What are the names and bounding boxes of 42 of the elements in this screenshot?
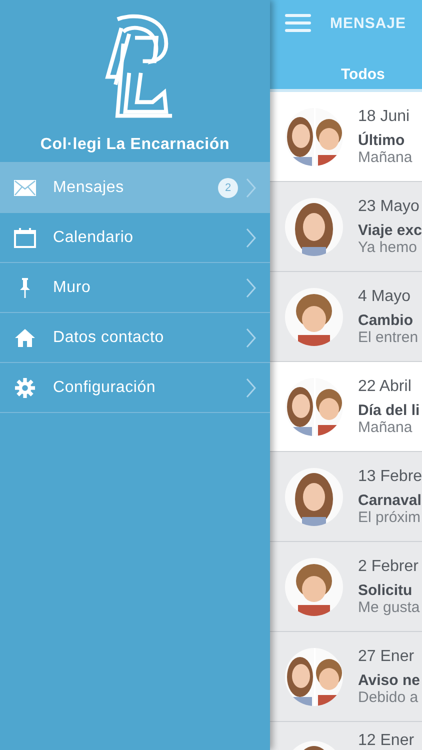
message-date: 23 Mayo: [358, 198, 420, 216]
message-title: Aviso ne: [358, 672, 420, 688]
message-preview: Me gusta: [358, 598, 420, 616]
menu-label: Muro: [53, 278, 92, 296]
chevron-right-icon: [246, 278, 256, 298]
home-icon: [14, 328, 36, 348]
message-title: Día del li: [358, 402, 420, 418]
message-date: 27 Ener: [358, 648, 416, 666]
school-name: Col·legi La Encarnación: [40, 136, 230, 154]
chevron-right-icon: [246, 378, 256, 398]
envelope-icon: [14, 180, 36, 196]
chevron-right-icon: [246, 228, 256, 248]
menu-label: Datos contacto: [53, 328, 165, 346]
message-title: Cambio: [358, 312, 414, 328]
calendar-icon: [14, 228, 36, 248]
message-date: 12 Ener: [358, 732, 414, 750]
message-title: Carnaval: [358, 492, 422, 508]
message-preview: El próxim: [358, 508, 422, 526]
message-preview: Mañana: [358, 418, 414, 436]
message-preview: Ya hemo: [358, 238, 418, 256]
message-preview: Debido a: [358, 688, 420, 706]
message-row[interactable]: 18 Juni Último Mañana: [270, 92, 422, 182]
chevron-right-icon: [246, 328, 256, 348]
message-date: 2 Febrer: [358, 558, 420, 576]
chevron-right-icon: [246, 178, 256, 198]
message-title: Último: [358, 132, 406, 148]
message-preview: El entren: [358, 328, 418, 346]
message-date: 4 Mayo: [358, 288, 412, 306]
menu-label: Configuración: [53, 378, 157, 396]
message-row[interactable]: 22 Abril Día del li Mañana: [270, 362, 422, 452]
message-preview: Mañana: [358, 148, 412, 166]
message-date: 18 Juni: [358, 108, 411, 126]
screen-title: MENSAJE: [330, 14, 406, 32]
message-title: Solicitu: [358, 582, 414, 598]
message-date: 13 Febre: [358, 468, 422, 486]
menu-label: Calendario: [53, 228, 134, 246]
menu-icon[interactable]: [285, 13, 311, 33]
count-badge: 2: [218, 178, 238, 198]
message-date: 22 Abril: [358, 378, 412, 396]
menu-label: Mensajes: [53, 178, 125, 196]
message-title: Viaje exc: [358, 222, 422, 238]
settings-icon: [14, 378, 36, 398]
